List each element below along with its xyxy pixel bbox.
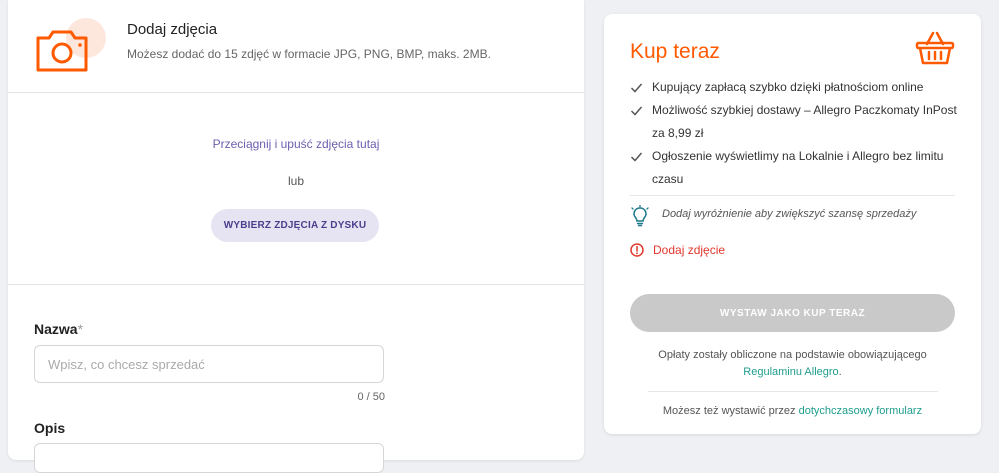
alternative-form-note: Możesz też wystawić przez dotychczasowy …	[662, 405, 923, 417]
fees-note: Opłaty zostały obliczone na podstawie ob…	[658, 349, 927, 378]
lightbulb-icon	[630, 204, 650, 232]
list-buy-now-button[interactable]: WYSTAW JAKO KUP TERAZ	[630, 294, 955, 332]
error-icon	[630, 243, 644, 257]
buy-now-title: Kup teraz	[630, 40, 720, 63]
photo-section-header: Dodaj zdjęcia Możesz dodać do 15 zdjęć w…	[8, 0, 584, 93]
highlight-tip: Dodaj wyróżnienie aby zwiększyć szansę s…	[662, 208, 917, 220]
check-icon	[630, 152, 643, 162]
feature-list: Kupujący zapłacą szybko dzięki płatności…	[630, 76, 960, 191]
feature-item: Kupujący zapłacą szybko dzięki płatności…	[630, 76, 960, 99]
required-mark: *	[77, 321, 84, 337]
name-char-counter: 0 / 50	[357, 391, 385, 403]
regulations-link[interactable]: Regulaminu Allegro	[743, 366, 838, 378]
error-message: Dodaj zdjęcie	[653, 243, 726, 257]
divider	[648, 391, 938, 392]
name-input[interactable]	[34, 345, 384, 383]
check-icon	[630, 83, 643, 93]
drop-instruction: Przeciągnij i upuść zdjęcia tutaj	[212, 137, 380, 151]
photo-section-subtitle: Możesz dodać do 15 zdjęć w formacie JPG,…	[127, 47, 491, 61]
photo-drop-zone[interactable]: Przeciągnij i upuść zdjęcia tutaj lub WY…	[8, 93, 584, 285]
divider	[630, 195, 955, 196]
description-label: Opis	[34, 420, 66, 436]
old-form-link[interactable]: dotychczasowy formularz	[799, 405, 923, 417]
name-label: Nazwa*	[34, 321, 84, 337]
or-separator: lub	[287, 174, 304, 188]
feature-item: Ogłoszenie wyświetlimy na Lokalnie i All…	[630, 145, 960, 191]
check-icon	[630, 106, 643, 116]
photo-section-title: Dodaj zdjęcia	[127, 21, 218, 38]
feature-item: Możliwość szybkiej dostawy – Allegro Pac…	[630, 99, 960, 145]
basket-icon	[915, 30, 955, 71]
choose-photos-button[interactable]: WYBIERZ ZDJĘCIA Z DYSKU	[211, 209, 379, 242]
buy-now-panel: Kup teraz Kupujący zapłacą szybko dzięki…	[604, 14, 981, 434]
photo-and-form-panel: Dodaj zdjęcia Możesz dodać do 15 zdjęć w…	[8, 0, 584, 473]
camera-icon	[34, 18, 106, 78]
description-input[interactable]	[34, 443, 384, 473]
